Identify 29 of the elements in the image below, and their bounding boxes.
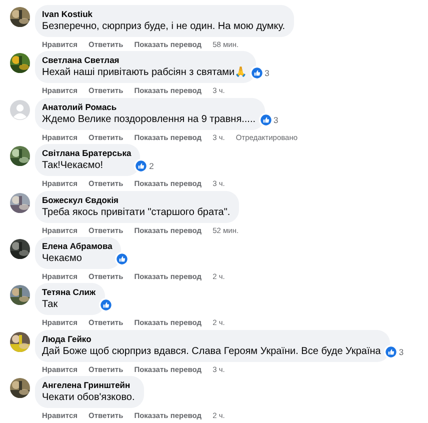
author-name[interactable]: Світлана Братерська bbox=[42, 148, 132, 160]
author-name[interactable]: Тетяна Слиж bbox=[42, 287, 96, 298]
comment-text: Ждемо Велике поздоровлення на 9 травня..... bbox=[42, 112, 256, 126]
reaction-count: 3 bbox=[398, 346, 404, 357]
reaction-count: 2 bbox=[149, 161, 154, 172]
author-name[interactable]: Анатолий Ромась bbox=[42, 102, 256, 113]
like-icon[interactable] bbox=[250, 67, 263, 80]
author-name[interactable]: Божескул Євдокія bbox=[42, 194, 230, 206]
comment-text: Чекаємо bbox=[42, 252, 83, 265]
comment-text: Так bbox=[42, 298, 59, 312]
avatar-icon bbox=[10, 100, 30, 120]
like-icon[interactable] bbox=[135, 160, 148, 172]
like-icon[interactable] bbox=[116, 252, 128, 265]
author-name[interactable]: Люда Гейко bbox=[42, 334, 381, 345]
author-name[interactable]: Елена Абрамова bbox=[42, 240, 112, 252]
like-icon[interactable] bbox=[260, 114, 272, 126]
author-name[interactable]: Ivan Kostiuk bbox=[42, 9, 286, 20]
comment-text: Дай Боже щоб сюрприз вдався. Слава Героям України. Все буде Україна bbox=[42, 344, 381, 358]
comment-text: Безперечно, сюрприз буде, і не один. На мою думку. bbox=[42, 20, 286, 33]
comment-text: Нехай наші привітають рабсіян з святами🙏 bbox=[42, 66, 247, 80]
like-icon[interactable] bbox=[384, 346, 397, 358]
like-icon[interactable] bbox=[100, 299, 112, 312]
comment-text: Чекати обов'язково. bbox=[42, 391, 135, 404]
reaction-count: 3 bbox=[264, 68, 270, 78]
author-name[interactable]: Светлана Светлая bbox=[42, 55, 247, 66]
author-name[interactable]: Ангелена Гринштейн bbox=[42, 380, 135, 392]
comment-text: Треба якось привітати "старшого брата". bbox=[42, 206, 230, 219]
comment-text: Так!Чекаємо! bbox=[42, 159, 104, 172]
reaction-count: 3 bbox=[274, 114, 278, 125]
